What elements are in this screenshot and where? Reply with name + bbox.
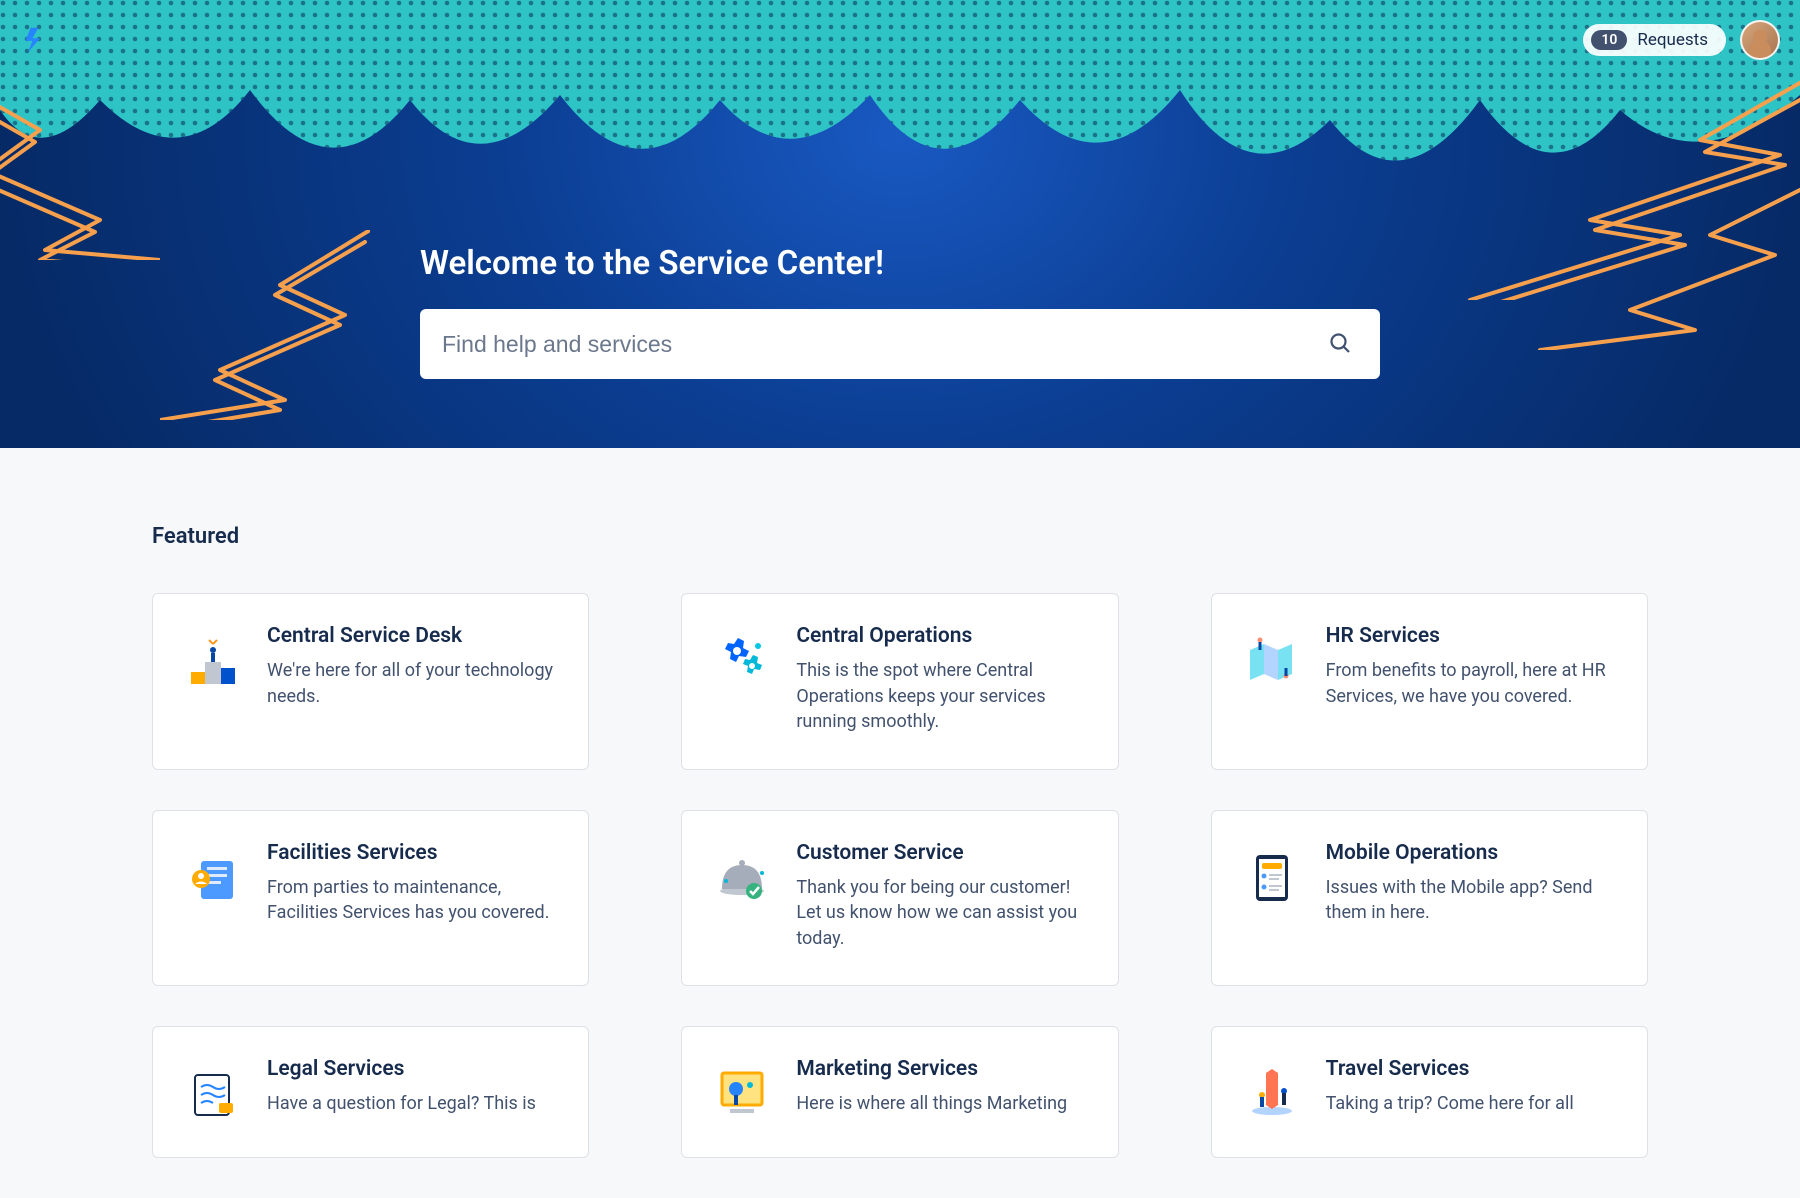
card-central-operations[interactable]: Central Operations This is the spot wher… [681,593,1118,770]
card-desc: We're here for all of your technology ne… [267,658,558,709]
mobile-icon [1242,847,1302,907]
featured-heading: Featured [152,524,1648,549]
requests-button[interactable]: 10 Requests [1583,24,1726,56]
lightning-icon [160,230,370,420]
card-desc: This is the spot where Central Operation… [796,658,1087,735]
card-customer-service[interactable]: Customer Service Thank you for being our… [681,810,1118,987]
page-title: Welcome to the Service Center! [420,244,1380,283]
requests-label: Requests [1637,30,1708,50]
podium-icon [183,630,243,690]
card-mobile-operations[interactable]: Mobile Operations Issues with the Mobile… [1211,810,1648,987]
search-input[interactable] [442,331,1322,358]
app-logo[interactable] [20,25,50,55]
card-travel-services[interactable]: Travel Services Taking a trip? Come here… [1211,1026,1648,1158]
card-title: Customer Service [796,841,1087,865]
requests-count-badge: 10 [1591,30,1627,50]
card-title: Central Operations [796,624,1087,648]
card-hr-services[interactable]: HR Services From benefits to payroll, he… [1211,593,1648,770]
facilities-icon [183,847,243,907]
card-central-service-desk[interactable]: Central Service Desk We're here for all … [152,593,589,770]
logo-icon [21,26,49,54]
card-facilities-services[interactable]: Facilities Services From parties to main… [152,810,589,987]
gears-icon [712,630,772,690]
featured-grid: Central Service Desk We're here for all … [152,593,1648,1158]
lightning-icon [1520,180,1800,350]
card-title: HR Services [1326,624,1617,648]
search-button[interactable] [1322,325,1358,364]
card-marketing-services[interactable]: Marketing Services Here is where all thi… [681,1026,1118,1158]
card-desc: Here is where all things Marketing [796,1091,1087,1117]
search-icon [1328,331,1352,355]
card-desc: Have a question for Legal? This is [267,1091,558,1117]
card-desc: From benefits to payroll, here at HR Ser… [1326,658,1617,709]
card-title: Central Service Desk [267,624,558,648]
card-title: Marketing Services [796,1057,1087,1081]
search-bar [420,309,1380,379]
card-title: Mobile Operations [1326,841,1617,865]
card-desc: Issues with the Mobile app? Send them in… [1326,875,1617,926]
user-avatar[interactable] [1740,20,1780,60]
card-legal-services[interactable]: Legal Services Have a question for Legal… [152,1026,589,1158]
card-title: Legal Services [267,1057,558,1081]
cloche-icon [712,847,772,907]
card-desc: Taking a trip? Come here for all [1326,1091,1617,1117]
card-desc: From parties to maintenance, Facilities … [267,875,558,926]
marketing-icon [712,1063,772,1123]
legal-icon [183,1063,243,1123]
travel-icon [1242,1063,1302,1123]
lightning-icon [0,50,160,260]
hr-icon [1242,630,1302,690]
card-title: Facilities Services [267,841,558,865]
hero-banner: 10 Requests Welcome to the Service Cente… [0,0,1800,448]
card-desc: Thank you for being our customer! Let us… [796,875,1087,952]
card-title: Travel Services [1326,1057,1617,1081]
